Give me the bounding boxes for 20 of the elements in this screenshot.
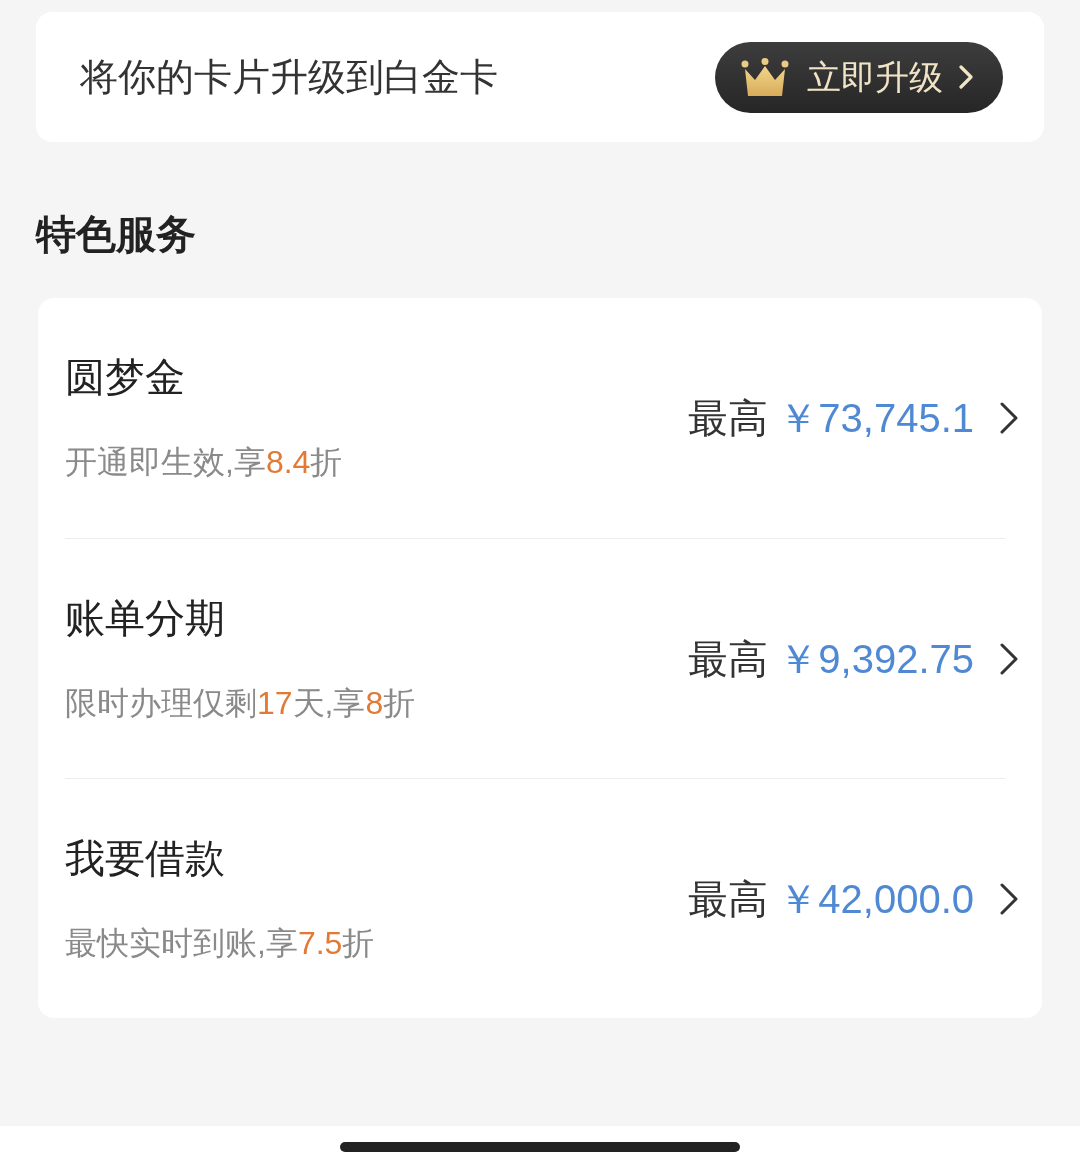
crown-icon: [741, 58, 789, 96]
limit-amount: ￥9,392.75: [778, 635, 974, 683]
chevron-right-icon[interactable]: [1000, 642, 1018, 675]
limit-amount: ￥73,745.1: [778, 395, 974, 442]
service-description: 最快实时到账,享7.5折: [65, 924, 375, 963]
service-title: 圆梦金: [65, 354, 185, 401]
service-description: 开通即生效,享8.4折: [65, 443, 343, 482]
upgrade-prompt-text: 将你的卡片升级到白金卡: [80, 55, 498, 100]
limit-label: 最高: [688, 635, 769, 683]
limit-label: 最高: [688, 395, 769, 442]
section-heading: 特色服务: [36, 211, 196, 258]
chevron-right-icon[interactable]: [1000, 402, 1018, 434]
chevron-right-icon: [959, 65, 973, 89]
chevron-right-icon[interactable]: [1000, 882, 1018, 915]
service-description: 限时办理仅剩17天,享8折: [65, 684, 416, 723]
service-title: 账单分期: [65, 595, 225, 642]
limit-amount: ￥42,000.0: [778, 875, 974, 923]
limit-label: 最高: [688, 875, 769, 923]
service-title: 我要借款: [65, 835, 225, 882]
upgrade-button[interactable]: 立即升级: [715, 41, 1003, 113]
